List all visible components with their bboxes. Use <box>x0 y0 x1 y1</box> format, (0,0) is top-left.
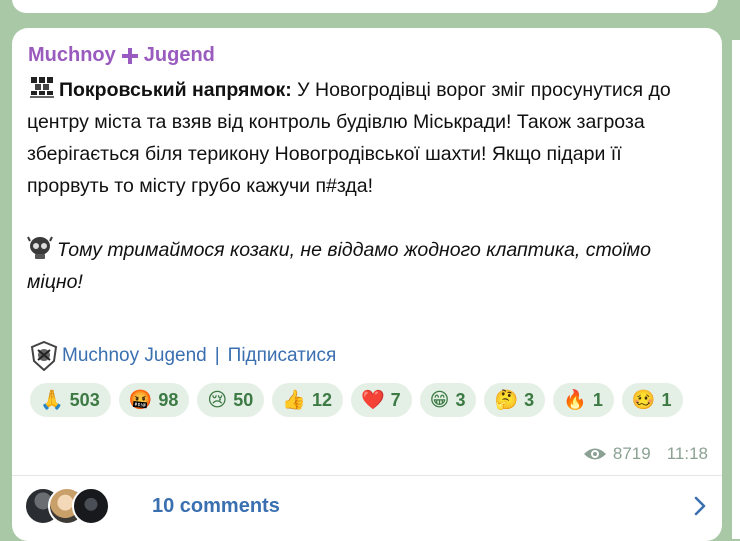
italic-message: Тому тримаймося козаки, не віддамо жодно… <box>27 239 651 293</box>
reaction-pray[interactable]: 🙏 503 <box>30 383 111 417</box>
pray-icon: 🙏 <box>40 389 64 411</box>
woozy-face-icon: 🥴 <box>631 389 656 411</box>
reaction-woozy[interactable]: 🥴 1 <box>621 383 683 417</box>
thinking-face-icon: 🤔 <box>494 389 519 411</box>
emblem-icon <box>30 77 54 98</box>
previous-message-bubble <box>12 0 718 13</box>
reaction-count: 1 <box>592 389 603 410</box>
reaction-count: 1 <box>661 389 672 410</box>
comments-label: 10 comments <box>152 494 280 517</box>
author-first: Muchnoy <box>28 44 116 66</box>
reaction-fire[interactable]: 🔥 1 <box>553 383 614 417</box>
signature-separator: | <box>214 345 220 366</box>
channel-signature: Muchnoy Jugend | Підписатися <box>30 341 336 371</box>
reaction-angry[interactable]: 🤬 98 <box>118 383 190 417</box>
avatar <box>72 487 110 525</box>
subscribe-link[interactable]: Підписатися <box>228 345 337 367</box>
reaction-count: 50 <box>233 389 254 410</box>
reaction-crying[interactable]: 😢 50 <box>197 383 265 417</box>
reaction-count: 3 <box>455 389 466 410</box>
reaction-count: 503 <box>69 389 100 410</box>
comments-button[interactable]: 10 comments <box>24 486 708 526</box>
message-bubble: Muchnoy Jugend Покровський напрямок: У Н… <box>12 28 722 541</box>
reaction-heart[interactable]: ❤️ 7 <box>350 383 412 417</box>
cross-icon <box>121 47 139 65</box>
reaction-thumbs-up[interactable]: 👍 12 <box>272 383 343 417</box>
comments-divider <box>12 475 722 476</box>
skull-icon <box>27 236 53 259</box>
headline: Покровський напрямок: <box>59 79 292 101</box>
thumbs-up-icon: 👍 <box>282 389 306 411</box>
crying-face-icon: 😢 <box>207 389 228 411</box>
message-time: 11:18 <box>666 444 708 463</box>
message-meta: 8719 11:18 <box>583 444 708 464</box>
author-name[interactable]: Muchnoy Jugend <box>28 44 215 67</box>
fire-icon: 🔥 <box>563 389 587 411</box>
channel-name-link[interactable]: Muchnoy Jugend <box>62 345 207 367</box>
next-message-edge <box>732 40 740 539</box>
channel-logo-icon <box>30 341 58 371</box>
reaction-count: 98 <box>158 389 179 410</box>
reactions-bar: 🙏 503 🤬 98 😢 50 👍 12 ❤️ 7 😁 3 🤔 3 🔥 1 🥴 … <box>30 383 710 417</box>
chevron-right-icon <box>694 496 706 516</box>
message-text: Покровський напрямок: У Новогродівці вор… <box>27 74 707 298</box>
reaction-count: 12 <box>311 389 332 410</box>
angry-face-icon: 🤬 <box>128 389 153 411</box>
view-count: 8719 <box>612 444 651 463</box>
eye-icon <box>583 448 606 460</box>
reaction-thinking[interactable]: 🤔 3 <box>484 383 546 417</box>
author-second: Jugend <box>143 44 215 66</box>
grinning-face-icon: 😁 <box>429 389 450 411</box>
heart-icon: ❤️ <box>360 389 385 411</box>
reaction-count: 3 <box>524 389 535 410</box>
commenter-avatars <box>24 487 128 525</box>
reaction-grin[interactable]: 😁 3 <box>419 383 477 417</box>
reaction-count: 7 <box>390 389 401 410</box>
